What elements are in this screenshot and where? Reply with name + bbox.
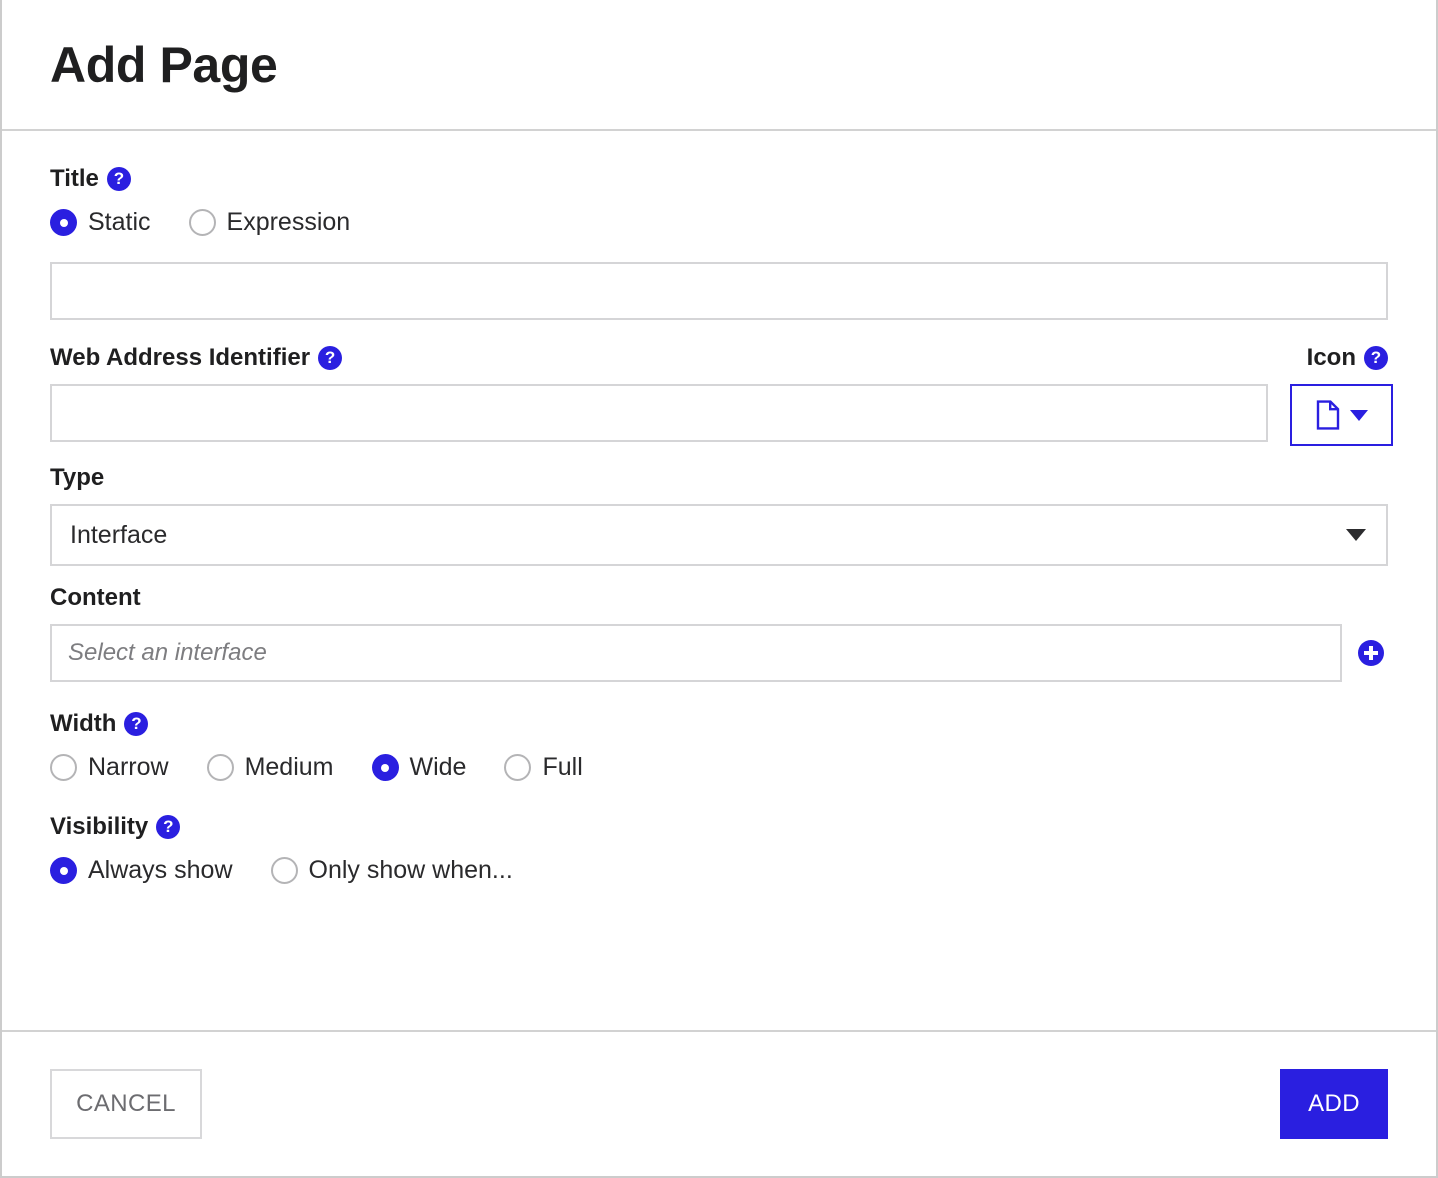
web-address-identifier-label-text: Web Address Identifier bbox=[50, 344, 311, 371]
radio-label: Full bbox=[542, 753, 583, 781]
dialog-body: Title ? Static Expression Web Address Id… bbox=[2, 131, 1436, 1030]
web-address-identifier-input[interactable] bbox=[50, 384, 1268, 442]
web-address-identifier-input-row bbox=[50, 384, 1393, 446]
radio-label: Narrow bbox=[88, 753, 169, 781]
type-select-value: Interface bbox=[70, 520, 168, 549]
page-title: Add Page bbox=[50, 36, 278, 93]
radio-mark-unselected bbox=[206, 754, 234, 781]
title-input[interactable] bbox=[50, 262, 1388, 320]
radio-option-static[interactable]: Static bbox=[50, 209, 151, 236]
radio-label: Medium bbox=[244, 753, 334, 781]
chevron-down-icon bbox=[1349, 409, 1368, 421]
type-label: Type bbox=[50, 466, 1388, 490]
radio-mark-unselected bbox=[504, 754, 532, 781]
content-label-text: Content bbox=[50, 584, 141, 611]
title-label: Title ? bbox=[50, 167, 1388, 191]
radio-option-only-show-when[interactable]: Only show when... bbox=[270, 856, 513, 884]
help-circle-icon[interactable]: ? bbox=[156, 815, 181, 839]
radio-option-wide[interactable]: Wide bbox=[371, 753, 467, 781]
radio-mark-selected bbox=[50, 857, 77, 884]
type-label-text: Type bbox=[50, 464, 105, 491]
width-label-text: Width bbox=[50, 710, 117, 737]
content-label: Content bbox=[50, 586, 1388, 610]
plus-circle-icon[interactable] bbox=[1358, 640, 1384, 666]
visibility-label-text: Visibility bbox=[50, 813, 149, 840]
radio-label: Static bbox=[88, 208, 151, 236]
radio-label: Expression bbox=[226, 208, 351, 236]
radio-option-narrow[interactable]: Narrow bbox=[50, 754, 169, 781]
radio-mark-selected bbox=[371, 754, 399, 781]
content-input-row bbox=[50, 624, 1388, 682]
icon-picker-button[interactable] bbox=[1290, 384, 1393, 446]
width-radio-group: Narrow Medium Wide Full bbox=[50, 754, 1388, 781]
add-page-dialog: Add Page Title ? Static Expression Web A… bbox=[0, 0, 1438, 1178]
radio-label: Always show bbox=[88, 856, 233, 884]
dialog-header: Add Page bbox=[2, 0, 1436, 131]
visibility-radio-group: Always show Only show when... bbox=[50, 857, 1388, 884]
width-label: Width ? bbox=[50, 712, 1388, 736]
web-address-identifier-label: Web Address Identifier ? bbox=[50, 344, 343, 371]
radio-option-medium[interactable]: Medium bbox=[206, 753, 334, 781]
icon-label-text: Icon bbox=[1306, 344, 1356, 371]
radio-mark-selected bbox=[50, 209, 77, 236]
cancel-button[interactable]: CANCEL bbox=[50, 1069, 202, 1139]
type-select-wrap: Interface bbox=[50, 504, 1388, 566]
radio-option-always-show[interactable]: Always show bbox=[50, 857, 233, 884]
radio-mark-unselected bbox=[50, 754, 77, 781]
title-label-text: Title bbox=[50, 165, 99, 192]
radio-mark-unselected bbox=[270, 857, 298, 884]
radio-option-expression[interactable]: Expression bbox=[188, 208, 351, 236]
help-circle-icon[interactable]: ? bbox=[1364, 346, 1388, 370]
dialog-footer: CANCEL ADD bbox=[2, 1030, 1436, 1176]
document-icon bbox=[1316, 400, 1340, 430]
web-address-identifier-row: Web Address Identifier ? Icon ? bbox=[50, 346, 1388, 370]
help-circle-icon[interactable]: ? bbox=[106, 167, 131, 191]
content-input[interactable] bbox=[50, 624, 1342, 682]
add-button[interactable]: ADD bbox=[1280, 1069, 1388, 1139]
icon-label: Icon ? bbox=[1307, 346, 1388, 370]
radio-label: Wide bbox=[409, 753, 467, 781]
radio-mark-unselected bbox=[188, 209, 216, 236]
type-select[interactable]: Interface bbox=[50, 504, 1388, 566]
radio-option-full[interactable]: Full bbox=[504, 753, 583, 781]
radio-label: Only show when... bbox=[308, 856, 513, 884]
title-mode-radio-group: Static Expression bbox=[50, 209, 1388, 236]
visibility-label: Visibility ? bbox=[50, 815, 1388, 839]
help-circle-icon[interactable]: ? bbox=[318, 346, 343, 370]
web-address-identifier-input-wrap bbox=[50, 384, 1268, 446]
help-circle-icon[interactable]: ? bbox=[124, 712, 149, 736]
